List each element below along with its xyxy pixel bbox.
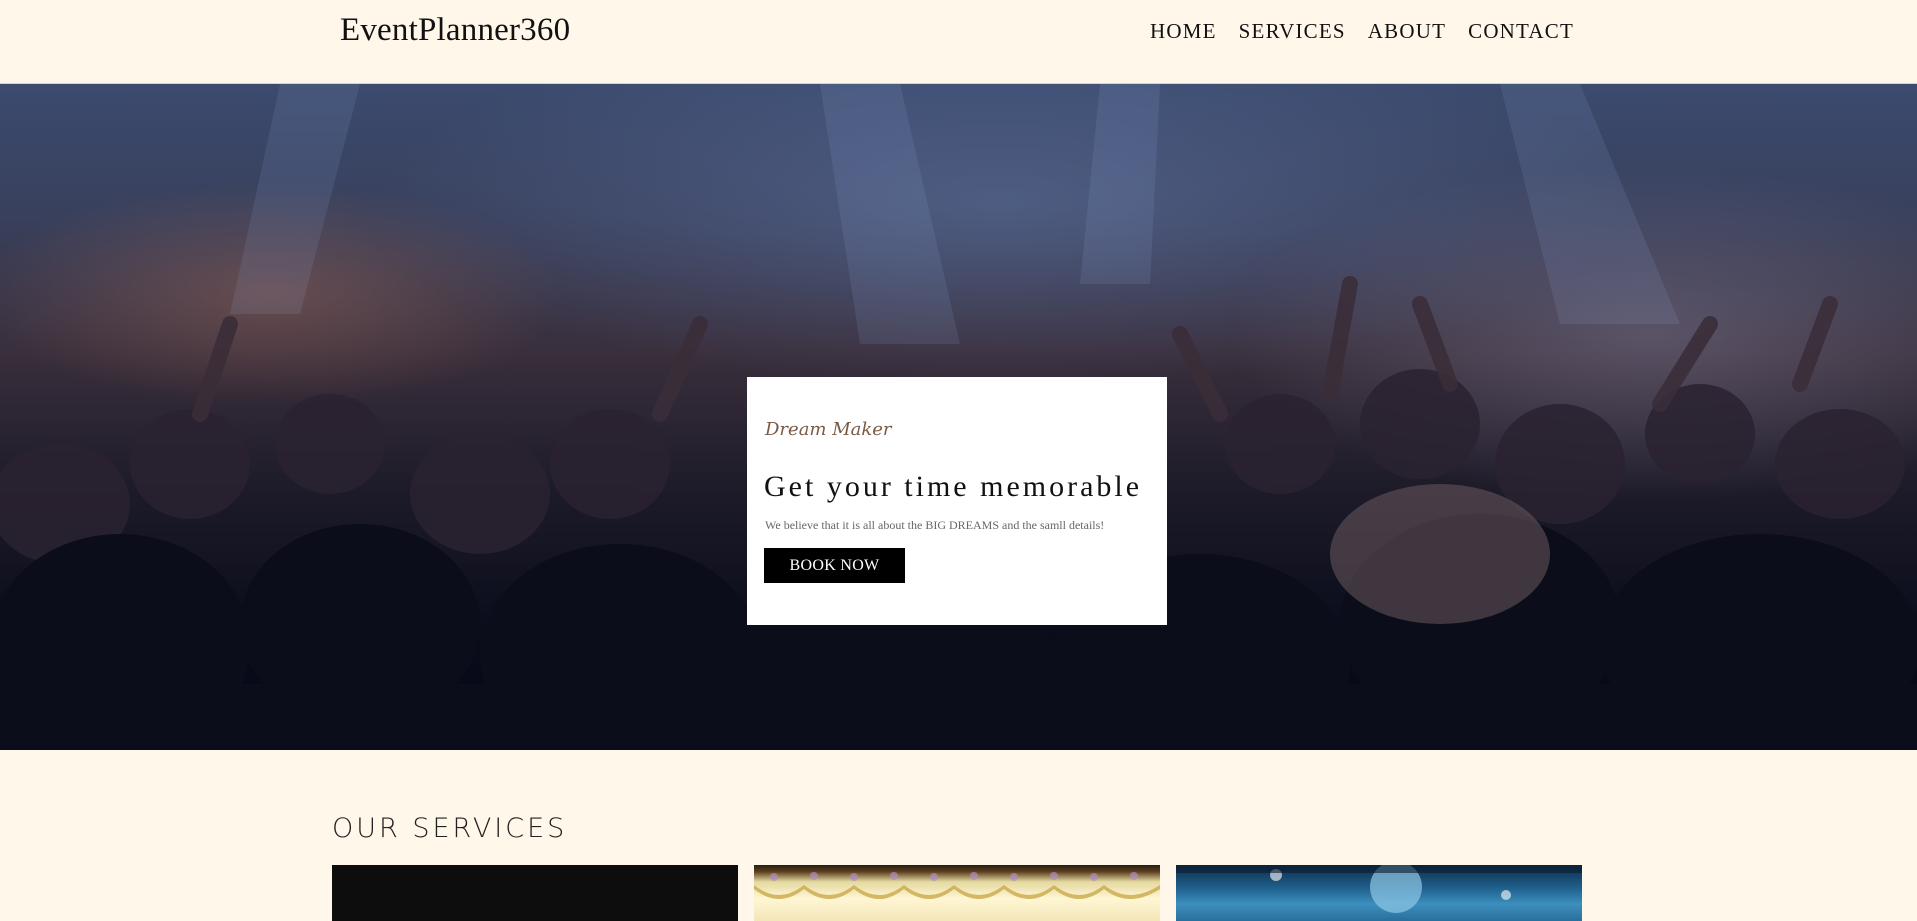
book-now-button[interactable]: BOOK NOW: [764, 548, 905, 583]
nav-contact[interactable]: CONTACT: [1468, 19, 1574, 44]
hero-banner: Dream Maker Get your time memorable We b…: [0, 84, 1917, 750]
service-card-2-image[interactable]: [754, 865, 1160, 921]
site-header: EventPlanner360 HOME SERVICES ABOUT CONT…: [0, 0, 1917, 84]
site-logo[interactable]: EventPlanner360: [340, 12, 570, 49]
stage-decoration-image: [754, 872, 1160, 899]
nav-about[interactable]: ABOUT: [1368, 19, 1446, 44]
main-nav: HOME SERVICES ABOUT CONTACT: [1150, 19, 1574, 44]
nav-services[interactable]: SERVICES: [1239, 19, 1346, 44]
service-card-3-image[interactable]: [1176, 865, 1582, 921]
services-heading: OUR SERVICES: [332, 813, 568, 844]
hero-subtext: We believe that it is all about the BIG …: [765, 518, 1105, 532]
hero-tagline: Dream Maker: [765, 419, 892, 440]
hero-card: Dream Maker Get your time memorable We b…: [747, 377, 1167, 625]
hero-headline: Get your time memorable: [764, 470, 1143, 503]
disco-party-image: [1176, 865, 1582, 913]
service-card-1-image[interactable]: [332, 865, 738, 921]
nav-home[interactable]: HOME: [1150, 19, 1217, 44]
